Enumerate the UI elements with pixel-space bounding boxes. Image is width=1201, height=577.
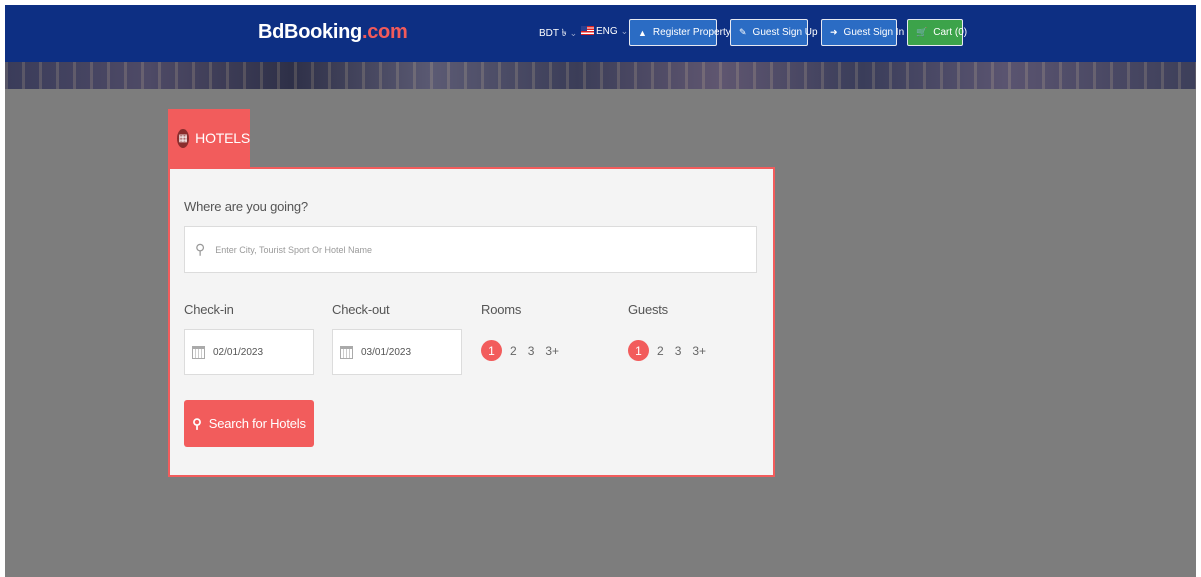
rooms-option-2[interactable]: 2 [510, 344, 517, 358]
destination-label: Where are you going? [184, 199, 308, 214]
guests-option-3-plus[interactable]: 3+ [692, 344, 706, 358]
cart-button[interactable]: 🛒 Cart (0) [907, 19, 967, 46]
search-hotels-label: Search for Hotels [208, 416, 306, 431]
checkout-label: Check-out [332, 302, 390, 317]
sign-in-icon: ➜ [830, 27, 838, 37]
site-logo[interactable]: BdBooking.com [258, 21, 408, 44]
guests-option-3[interactable]: 3 [675, 344, 682, 358]
language-label: ENG [596, 26, 618, 37]
checkout-date-value: 03/01/2023 [361, 346, 412, 358]
language-dropdown[interactable]: ENG ⌄ [581, 26, 628, 37]
calendar-icon [192, 345, 205, 359]
rooms-selector: 1 2 3 3+ [481, 340, 570, 361]
guests-selector: 1 2 3 3+ [628, 340, 717, 361]
logo-tld: .com [361, 21, 408, 43]
edit-icon: ✎ [739, 27, 747, 37]
chevron-down-icon: ⌄ [620, 26, 629, 36]
checkin-date-value: 02/01/2023 [213, 346, 264, 358]
rooms-option-3[interactable]: 3 [528, 344, 535, 358]
rooms-label: Rooms [481, 302, 522, 317]
cart-icon: 🛒 [916, 27, 928, 37]
checkout-date-field[interactable]: 03/01/2023 [332, 329, 462, 375]
page-frame: BdBooking.com BDT ৳ ⌄ ENG ⌄ ▲ Register Prop… [5, 5, 1196, 577]
search-hotels-button[interactable]: ⚲ Search for Hotels [184, 400, 314, 447]
guests-option-2[interactable]: 2 [657, 344, 664, 358]
hotel-building-icon: ▦ [177, 128, 190, 148]
logo-main: BdBooking [258, 21, 362, 43]
destination-field[interactable]: ⚲ [184, 226, 757, 273]
guest-sign-up-label: Guest Sign Up [752, 27, 818, 38]
destination-input[interactable] [215, 244, 756, 255]
guests-option-1[interactable]: 1 [628, 340, 649, 361]
hotel-search-panel: Where are you going? ⚲ Check-in 02/01/20… [168, 167, 775, 477]
guests-label: Guests [628, 302, 668, 317]
checkin-label: Check-in [184, 302, 234, 317]
register-property-label: Register Property [652, 27, 731, 38]
city-banner [5, 62, 1196, 89]
bank-icon: ▲ [638, 27, 647, 38]
currency-label: BDT ৳ [539, 28, 567, 39]
guest-sign-in-button[interactable]: ➜ Guest Sign In [821, 19, 904, 46]
register-property-button[interactable]: ▲ Register Property [629, 19, 731, 46]
top-navbar: BdBooking.com BDT ৳ ⌄ ENG ⌄ ▲ Register Prop… [5, 5, 1196, 62]
search-icon: ⚲ [192, 415, 202, 431]
rooms-option-3-plus[interactable]: 3+ [545, 344, 559, 358]
checkin-date-field[interactable]: 02/01/2023 [184, 329, 314, 375]
chevron-down-icon: ⌄ [569, 28, 578, 38]
calendar-icon [340, 345, 353, 359]
map-marker-icon: ⚲ [195, 241, 206, 257]
tab-hotels-label: HOTELS [195, 130, 250, 146]
guest-sign-up-button[interactable]: ✎ Guest Sign Up [730, 19, 818, 46]
tab-hotels[interactable]: ▦ HOTELS [168, 109, 250, 167]
us-flag-icon [581, 26, 594, 35]
rooms-option-1[interactable]: 1 [481, 340, 502, 361]
cart-label: Cart (0) [933, 27, 968, 38]
guest-sign-in-label: Guest Sign In [843, 27, 905, 38]
currency-dropdown[interactable]: BDT ৳ ⌄ [539, 26, 577, 43]
